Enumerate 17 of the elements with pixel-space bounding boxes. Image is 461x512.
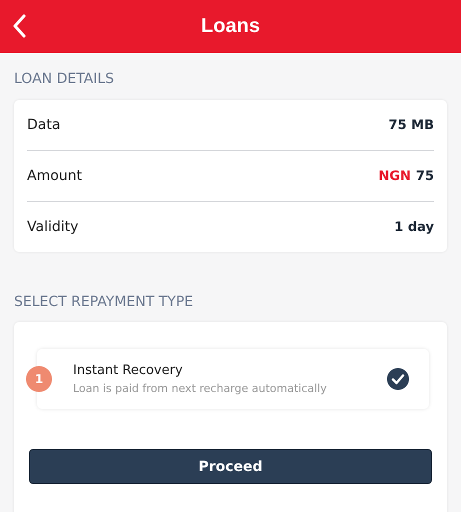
- back-icon: [12, 14, 26, 38]
- section-heading: SELECT REPAYMENT TYPE: [14, 294, 194, 310]
- detail-value: 75 MB: [388, 118, 434, 132]
- proceed-button[interactable]: Proceed: [29, 449, 432, 484]
- detail-label: Data: [27, 117, 60, 133]
- detail-value: 75: [416, 168, 434, 184]
- screen-title: Loans: [201, 15, 260, 38]
- detail-label: Validity: [27, 219, 78, 235]
- check-icon: [386, 367, 410, 391]
- back-button[interactable]: [12, 14, 26, 38]
- option-description: Loan is paid from next recharge automatically: [73, 382, 328, 395]
- option-title: Instant Recovery: [73, 363, 184, 378]
- step-badge: 1: [26, 366, 52, 392]
- currency-code: NGN: [378, 168, 411, 184]
- detail-value: 1 day: [394, 220, 434, 234]
- detail-label: Amount: [27, 168, 82, 184]
- section-heading: LOAN DETAILS: [14, 71, 116, 87]
